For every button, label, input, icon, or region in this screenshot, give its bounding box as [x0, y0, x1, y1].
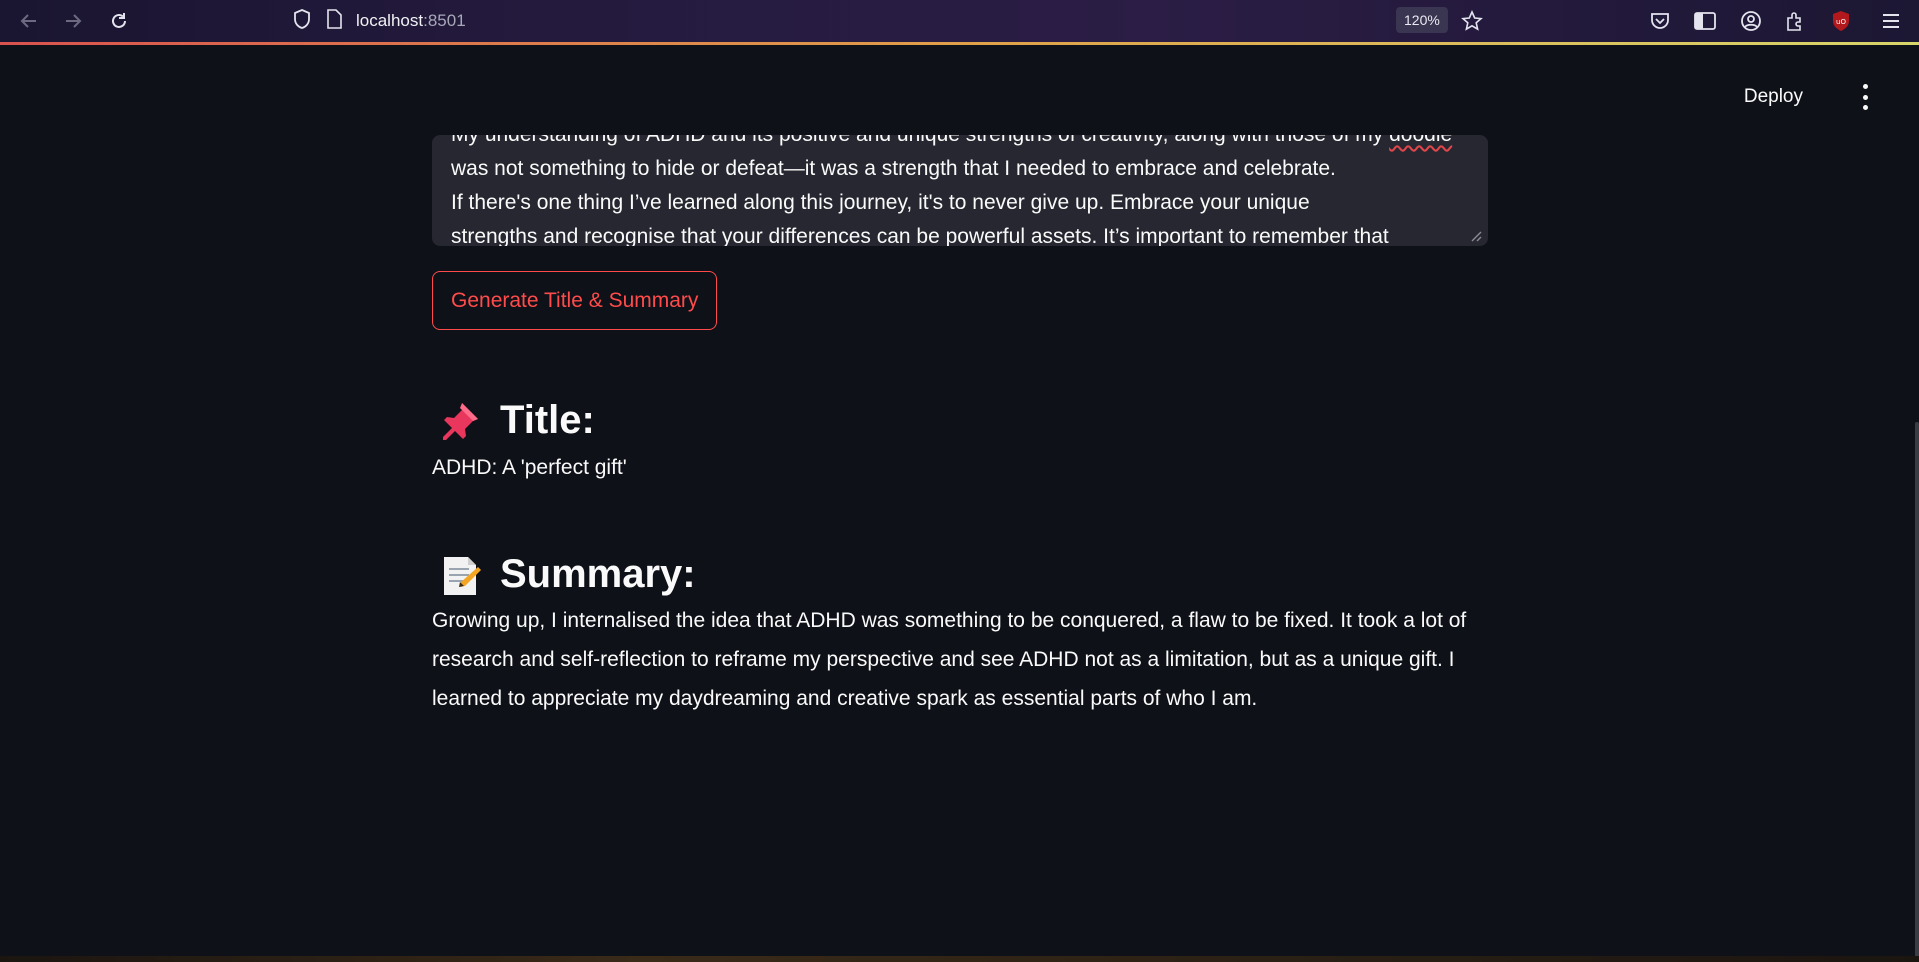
main-menu-kebab-icon[interactable] — [1859, 84, 1871, 110]
summary-heading-text: Summary: — [500, 552, 696, 596]
browser-toolbar: localhost:8501 120% uO — [0, 0, 1919, 45]
sidebar-icon[interactable] — [1692, 8, 1718, 34]
title-heading-text: Title: — [500, 398, 595, 442]
story-textarea[interactable]: My understanding of ADHD and its positiv… — [432, 135, 1488, 246]
title-heading: Title: — [438, 398, 595, 443]
pushpin-icon — [443, 402, 478, 440]
textarea-line-3: If there's one thing I’ve learned along … — [451, 191, 1310, 214]
misspelled-word: recognise — [584, 225, 676, 246]
textarea-line-1: My understanding of ADHD and its positiv… — [451, 135, 1461, 152]
extensions-icon[interactable] — [1782, 8, 1808, 34]
page-icon — [326, 8, 342, 34]
resize-grip-icon[interactable] — [1468, 228, 1482, 242]
textarea-line-4: strengths and recognise that your differ… — [451, 220, 1461, 246]
reload-icon[interactable] — [106, 8, 132, 34]
textarea-line-4-pre: strengths and — [451, 225, 585, 246]
svg-text:uO: uO — [1836, 18, 1846, 26]
taskbar-edge — [0, 956, 1919, 962]
summary-heading: Summary: — [438, 552, 696, 597]
shield-icon[interactable] — [292, 8, 312, 35]
generate-title-summary-button[interactable]: Generate Title & Summary — [432, 271, 718, 330]
url-port: :8501 — [423, 11, 466, 30]
textarea-content: My understanding of ADHD and its positiv… — [451, 135, 1461, 246]
textarea-line-2: was not something to hide or defeat—it w… — [451, 157, 1336, 180]
ublock-origin-icon[interactable]: uO — [1828, 8, 1854, 34]
generated-title: ADHD: A 'perfect gift' — [432, 456, 627, 479]
url-text[interactable]: localhost:8501 — [356, 11, 466, 31]
account-icon[interactable] — [1738, 8, 1764, 34]
zoom-level-badge[interactable]: 120% — [1396, 7, 1448, 33]
pocket-icon[interactable] — [1647, 8, 1673, 34]
back-icon[interactable] — [16, 8, 42, 34]
address-bar[interactable]: localhost:8501 — [292, 6, 466, 36]
kebab-dot — [1862, 84, 1868, 89]
misspelled-word: doodle — [1389, 135, 1452, 146]
kebab-dot — [1862, 105, 1868, 110]
kebab-dot — [1862, 94, 1868, 100]
url-host: localhost — [356, 11, 424, 30]
memo-icon — [444, 556, 481, 595]
streamlit-app: Deploy My understanding of ADHD and its … — [0, 48, 1919, 962]
textarea-line-1-text: My understanding of ADHD and its positiv… — [451, 135, 1389, 146]
deploy-button[interactable]: Deploy — [1744, 86, 1803, 108]
forward-icon[interactable] — [60, 8, 86, 34]
bookmark-star-icon[interactable] — [1459, 8, 1485, 34]
generated-summary: Growing up, I internalised the idea that… — [432, 609, 1467, 710]
textarea-line-4-post: that your differences can be powerful as… — [675, 225, 1389, 246]
menu-icon[interactable] — [1878, 8, 1904, 34]
page-scrollbar[interactable] — [1915, 422, 1919, 962]
